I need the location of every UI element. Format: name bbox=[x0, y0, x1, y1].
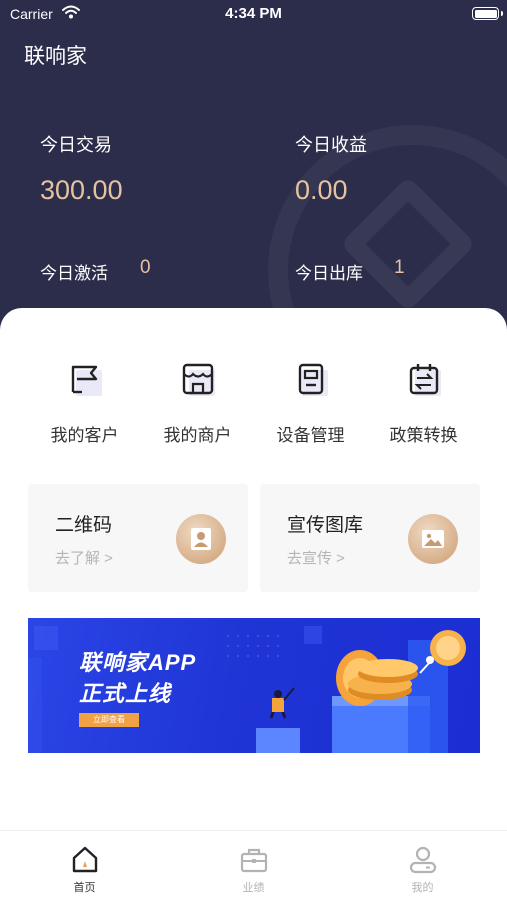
clock: 4:34 PM bbox=[225, 5, 282, 22]
today-income-value: 0.00 bbox=[295, 175, 348, 205]
quick-my-customers[interactable]: 我的客户 bbox=[28, 362, 141, 445]
quick-policy-conversion[interactable]: 政策转换 bbox=[367, 362, 480, 445]
quick-label: 政策转换 bbox=[389, 426, 458, 445]
store-icon bbox=[181, 362, 215, 396]
image-icon bbox=[408, 514, 458, 564]
quick-my-merchants[interactable]: 我的商户 bbox=[141, 362, 254, 445]
status-bar: Carrier 4:34 PM bbox=[0, 0, 507, 28]
today-activate-label: 今日激活 bbox=[40, 264, 108, 283]
home-icon bbox=[72, 846, 98, 873]
today-outbound-label: 今日出库 bbox=[295, 264, 363, 283]
tab-bar: 首页 业绩 我的 bbox=[0, 830, 507, 900]
calendar-swap-icon bbox=[407, 362, 441, 396]
banner-title-line2: 正式上线 bbox=[79, 681, 172, 706]
device-icon bbox=[294, 362, 328, 396]
quick-device-management[interactable]: 设备管理 bbox=[254, 362, 367, 445]
tab-mine[interactable]: 我的 bbox=[338, 831, 507, 900]
battery-icon bbox=[472, 7, 503, 20]
feature-link[interactable]: 去了解 > bbox=[55, 547, 113, 568]
header: Carrier 4:34 PM 联响家 今日交易 300.00 今日收益 0.0… bbox=[0, 0, 507, 330]
feature-title: 宣传图库 bbox=[287, 515, 364, 536]
feature-link[interactable]: 去宣传 > bbox=[287, 547, 345, 568]
today-trade-value: 300.00 bbox=[40, 175, 123, 205]
tab-home[interactable]: 首页 bbox=[0, 831, 169, 900]
tab-label: 我的 bbox=[411, 882, 434, 894]
today-income-label: 今日收益 bbox=[295, 135, 367, 155]
today-outbound-value: 1 bbox=[394, 257, 405, 278]
tab-label: 业绩 bbox=[242, 882, 265, 894]
promo-gallery-card[interactable]: 宣传图库 去宣传 > bbox=[260, 484, 480, 592]
quick-label: 我的客户 bbox=[50, 426, 119, 445]
feature-title: 二维码 bbox=[55, 515, 113, 536]
quick-label: 我的商户 bbox=[163, 426, 232, 445]
profile-icon bbox=[409, 846, 437, 874]
promo-banner[interactable]: 联响家APP 正式上线 立即查看 bbox=[28, 618, 480, 753]
qrcode-card[interactable]: 二维码 去了解 > bbox=[28, 484, 248, 592]
today-activate-value: 0 bbox=[140, 257, 151, 278]
today-trade-label: 今日交易 bbox=[40, 135, 112, 155]
flag-icon bbox=[68, 362, 102, 396]
banner-title-line1: 联响家APP bbox=[79, 650, 197, 675]
briefcase-icon bbox=[240, 848, 268, 873]
banner-view-button[interactable]: 立即查看 bbox=[79, 713, 139, 727]
app-title: 联响家 bbox=[24, 45, 87, 68]
tab-performance[interactable]: 业绩 bbox=[169, 831, 338, 900]
user-icon bbox=[176, 514, 226, 564]
main-content: 我的客户 我的商户 设备管理 政策转换 二维码 去了解 > 宣传图库 去宣传 >… bbox=[0, 308, 507, 900]
quick-label: 设备管理 bbox=[276, 426, 345, 445]
tab-label: 首页 bbox=[73, 882, 96, 894]
